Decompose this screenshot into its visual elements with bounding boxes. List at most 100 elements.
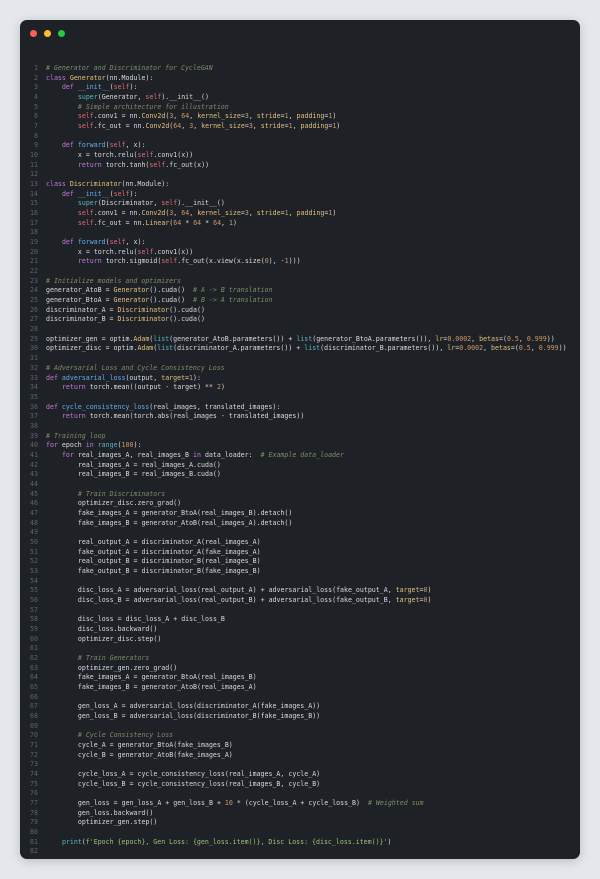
code-line: 9 def forward(self, x): bbox=[20, 141, 580, 151]
code-line: 46 optimizer_disc.zero_grad() bbox=[20, 499, 580, 509]
code-line: 41 for real_images_A, real_images_B in d… bbox=[20, 451, 580, 461]
code-text: # Initialize models and optimizers bbox=[46, 276, 181, 285]
code-line: 52 real_output_B = discriminator_B(real_… bbox=[20, 557, 580, 567]
line-number: 75 bbox=[30, 779, 38, 788]
code-line: 29 optimizer_gen = optim.Adam(list(genera… bbox=[20, 335, 580, 345]
line-number: 21 bbox=[30, 257, 38, 266]
line-number: 51 bbox=[30, 547, 38, 556]
code-line: 12 bbox=[20, 170, 580, 180]
code-text: real_images_A = real_images_A.cuda() bbox=[77, 460, 221, 469]
code-line: 76 bbox=[20, 789, 580, 799]
line-number: 30 bbox=[30, 344, 38, 353]
line-number: 69 bbox=[30, 721, 38, 730]
code-line: 82 bbox=[20, 847, 580, 857]
code-line: 16 self.conv1 = nn.Conv2d(3, 64, kernel_… bbox=[20, 209, 580, 219]
minimize-window-icon[interactable] bbox=[44, 30, 51, 37]
code-line: 25 generator_BtoA = Generator().cuda() # … bbox=[20, 296, 580, 306]
code-text: # Training loop bbox=[46, 431, 106, 440]
line-number: 57 bbox=[30, 605, 38, 614]
line-number: 9 bbox=[34, 141, 38, 150]
line-number: 23 bbox=[30, 276, 38, 285]
line-number: 62 bbox=[30, 653, 38, 662]
code-text: disc_loss = disc_loss_A + disc_loss_B bbox=[77, 615, 225, 624]
maximize-window-icon[interactable] bbox=[58, 30, 65, 37]
code-text: fake_output_A = discriminator_A(fake_ima… bbox=[77, 547, 261, 556]
code-line: 57 bbox=[20, 606, 580, 616]
code-text: optimizer_disc.zero_grad() bbox=[77, 499, 182, 508]
line-number: 73 bbox=[30, 760, 38, 769]
line-number: 63 bbox=[30, 663, 38, 672]
code-line: 22 bbox=[20, 267, 580, 277]
code-text: discriminator_B = Discriminator().cuda() bbox=[46, 315, 205, 324]
line-number: 3 bbox=[34, 83, 38, 92]
code-text: cycle_B = generator_AtoB(fake_images_A) bbox=[77, 750, 233, 759]
line-number: 50 bbox=[30, 537, 38, 546]
line-number: 71 bbox=[30, 741, 38, 750]
code-text: optimizer_gen = optim.Adam(list(generato… bbox=[46, 334, 555, 343]
code-text: # Cycle Consistency Loss bbox=[77, 731, 174, 740]
line-number: 22 bbox=[30, 267, 38, 276]
code-text: def cycle_consistency_loss(real_images, … bbox=[46, 402, 281, 411]
code-text: class Discriminator(nn.Module): bbox=[46, 180, 170, 189]
code-text: super(Discriminator, self).__init__() bbox=[77, 199, 225, 208]
line-number: 38 bbox=[30, 421, 38, 430]
line-number: 11 bbox=[30, 160, 38, 169]
line-number: 28 bbox=[30, 325, 38, 334]
line-number: 41 bbox=[30, 450, 38, 459]
code-line: 71 cycle_A = generator_BtoA(fake_images_… bbox=[20, 741, 580, 751]
code-line: 66 bbox=[20, 693, 580, 703]
line-number: 42 bbox=[30, 460, 38, 469]
code-text: return torch.mean(torch.abs(real_images … bbox=[61, 412, 305, 421]
code-line: 81 print(f'Epoch {epoch}, Gen Loss: {gen… bbox=[20, 838, 580, 848]
code-text: disc_loss_B = adversarial_loss(real_outp… bbox=[77, 595, 432, 604]
close-window-icon[interactable] bbox=[30, 30, 37, 37]
line-number: 76 bbox=[30, 789, 38, 798]
line-number: 37 bbox=[30, 412, 38, 421]
line-number: 15 bbox=[30, 199, 38, 208]
code-editor[interactable]: 1 # Generator and Discriminator for Cycle… bbox=[20, 64, 580, 857]
line-number: 47 bbox=[30, 508, 38, 517]
code-line: 48 fake_images_B = generator_AtoB(real_i… bbox=[20, 519, 580, 529]
code-line: 24 generator_AtoB = Generator().cuda() # … bbox=[20, 286, 580, 296]
line-number: 72 bbox=[30, 750, 38, 759]
code-line: 37 return torch.mean(torch.abs(real_imag… bbox=[20, 412, 580, 422]
code-line: 38 bbox=[20, 422, 580, 432]
line-number: 34 bbox=[30, 383, 38, 392]
line-number: 12 bbox=[30, 170, 38, 179]
line-number: 52 bbox=[30, 557, 38, 566]
code-line: 23 # Initialize models and optimizers bbox=[20, 277, 580, 287]
line-number: 18 bbox=[30, 228, 38, 237]
code-line: 80 bbox=[20, 828, 580, 838]
line-number: 53 bbox=[30, 566, 38, 575]
code-line: 20 x = torch.relu(self.conv1(x)) bbox=[20, 248, 580, 258]
line-number: 65 bbox=[30, 683, 38, 691]
line-number: 7 bbox=[34, 122, 38, 131]
code-line: 10 x = torch.relu(self.conv1(x)) bbox=[20, 151, 580, 161]
line-number: 48 bbox=[30, 518, 38, 527]
code-line: 14 def __init__(self): bbox=[20, 190, 580, 200]
code-text: def adversarial_loss(output, target=1): bbox=[46, 373, 201, 382]
code-line: 63 optimizer_gen.zero_grad() bbox=[20, 664, 580, 674]
line-number: 27 bbox=[30, 315, 38, 324]
line-number: 13 bbox=[30, 180, 38, 189]
line-number: 8 bbox=[34, 131, 38, 140]
line-number: 40 bbox=[30, 441, 38, 450]
line-number: 79 bbox=[30, 818, 38, 827]
line-number: 20 bbox=[30, 247, 38, 256]
code-text: disc_loss.backward() bbox=[77, 624, 158, 633]
code-text: # Adversarial Loss and Cycle Consistency… bbox=[46, 363, 225, 372]
code-line: 70 # Cycle Consistency Loss bbox=[20, 731, 580, 741]
code-text: optimizer_gen.zero_grad() bbox=[77, 663, 178, 672]
code-line: 32 # Adversarial Loss and Cycle Consisten… bbox=[20, 364, 580, 374]
line-number: 32 bbox=[30, 363, 38, 372]
line-number: 61 bbox=[30, 644, 38, 653]
code-text: def forward(self, x): bbox=[61, 238, 146, 247]
code-text: fake_images_B = generator_AtoB(real_imag… bbox=[77, 518, 293, 527]
code-line: 56 disc_loss_B = adversarial_loss(real_o… bbox=[20, 596, 580, 606]
code-line: 30 optimizer_disc = optim.Adam(list(discr… bbox=[20, 344, 580, 354]
line-number: 36 bbox=[30, 402, 38, 411]
code-line: 72 cycle_B = generator_AtoB(fake_images_… bbox=[20, 751, 580, 761]
code-text: def forward(self, x): bbox=[61, 141, 146, 150]
code-line: 36 def cycle_consistency_loss(real_images… bbox=[20, 403, 580, 413]
code-text: gen_loss.backward() bbox=[77, 808, 154, 817]
